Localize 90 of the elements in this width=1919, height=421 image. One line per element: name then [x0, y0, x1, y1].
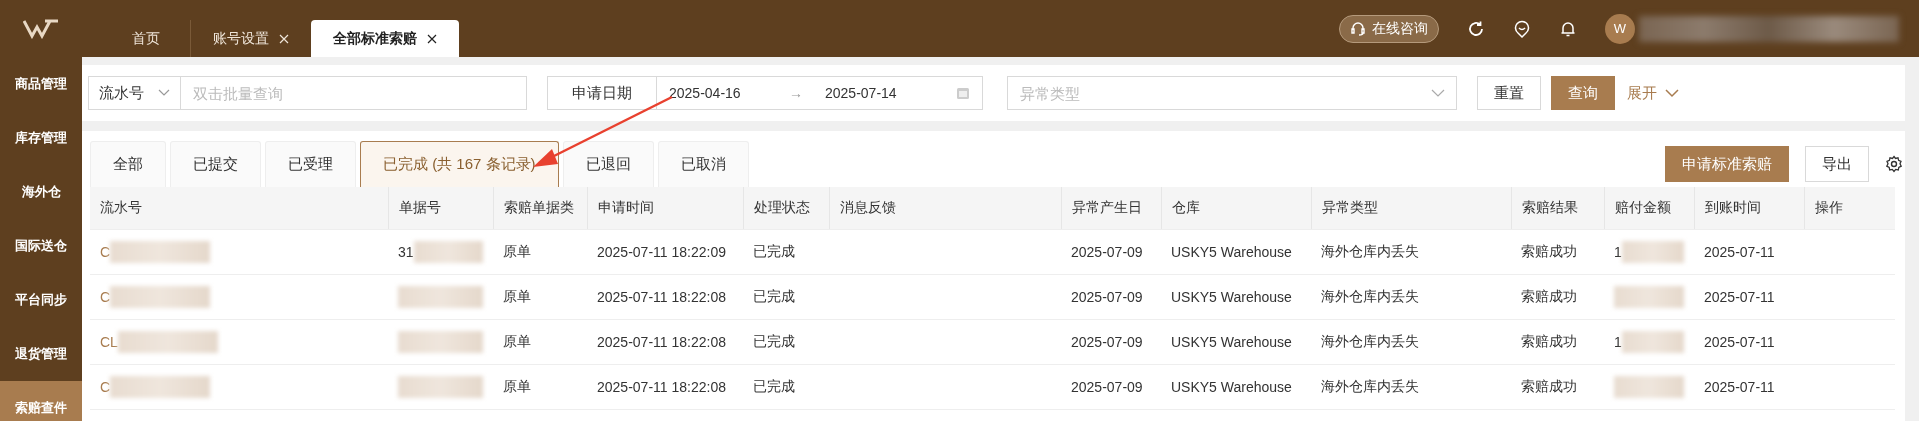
column-header: 赔付金额 — [1604, 187, 1694, 229]
column-header: 操作 — [1804, 187, 1895, 229]
table-cell: 索赔成功 — [1521, 378, 1577, 396]
serial-link[interactable]: CL — [100, 334, 118, 350]
batch-search-field[interactable]: 双击批量查询 — [181, 76, 527, 110]
table-cell: 索赔成功 — [1521, 288, 1577, 306]
sidebar-item[interactable]: 海外仓 — [0, 165, 82, 219]
serial-link[interactable]: C — [100, 244, 111, 260]
chevron-down-icon — [1665, 88, 1679, 98]
table-cell: USKY5 Warehouse — [1171, 379, 1292, 395]
refresh-icon[interactable] — [1467, 19, 1485, 38]
exception-type-select[interactable]: 异常类型 — [1007, 76, 1457, 110]
status-tab[interactable]: 已取消 — [657, 141, 749, 187]
table-cell: 索赔成功 — [1521, 243, 1577, 261]
status-tab[interactable]: 已退回 — [562, 141, 654, 187]
table-cell: 2025-07-11 — [1704, 289, 1775, 305]
table-cell: 原单 — [503, 243, 531, 261]
sidebar-item[interactable]: 国际送仓 — [0, 219, 82, 273]
sidebar-item[interactable]: 平台同步 — [0, 273, 82, 327]
table-cell: 2025-07-11 — [1704, 244, 1775, 260]
reset-button[interactable]: 重置 — [1477, 76, 1541, 110]
table-cell: 31 — [398, 244, 414, 260]
apply-claim-button[interactable]: 申请标准索赔 — [1665, 146, 1789, 182]
serial-link[interactable]: C — [100, 379, 111, 395]
status-tab[interactable]: 已完成 (共 167 条记录) — [360, 141, 559, 187]
table-cell: 1 — [1614, 334, 1622, 350]
table-cell: 2025-07-11 18:22:08 — [597, 334, 726, 350]
sidebar-item[interactable]: 库存管理 — [0, 111, 82, 165]
column-header: 异常类型 — [1311, 187, 1511, 229]
table-cell: USKY5 Warehouse — [1171, 289, 1292, 305]
user-avatar[interactable]: W — [1605, 13, 1635, 44]
status-tab[interactable]: 已受理 — [265, 141, 356, 187]
date-type-button[interactable]: 申请日期 — [547, 76, 657, 110]
table-cell: 索赔成功 — [1521, 333, 1577, 351]
column-header: 索赔结果 — [1511, 187, 1604, 229]
table-cell: 原单 — [503, 288, 531, 306]
online-consult-button[interactable]: 在线咨询 — [1339, 14, 1439, 43]
column-header: 索赔单据类 — [493, 187, 587, 229]
table-cell: 2025-07-11 — [1704, 334, 1775, 350]
export-button[interactable]: 导出 — [1805, 146, 1869, 182]
table-cell: 海外仓库内丢失 — [1321, 378, 1419, 396]
table-cell: 2025-07-11 18:22:08 — [597, 289, 726, 305]
table-cell: 海外仓库内丢失 — [1321, 333, 1419, 351]
table-cell: 2025-07-11 — [1704, 379, 1775, 395]
column-header: 到账时间 — [1694, 187, 1804, 229]
settings-icon[interactable] — [1885, 155, 1903, 173]
table-cell: 已完成 — [753, 288, 795, 306]
table-cell: 2025-07-11 18:22:09 — [597, 244, 726, 260]
table-cell: USKY5 Warehouse — [1171, 244, 1292, 260]
table-cell: 2025-07-11 18:22:08 — [597, 379, 726, 395]
table-cell: 1 — [1614, 244, 1622, 260]
column-header: 仓库 — [1161, 187, 1311, 229]
column-header: 异常产生日 — [1061, 187, 1161, 229]
expand-button[interactable]: 展开 — [1621, 82, 1685, 104]
table-cell: 2025-07-09 — [1071, 289, 1143, 305]
table-cell: 已完成 — [753, 378, 795, 396]
chevron-down-icon — [1431, 89, 1445, 97]
table-cell: 原单 — [503, 378, 531, 396]
page-tab[interactable]: 全部标准索赔 — [311, 20, 459, 57]
sidebar-item[interactable]: 商品管理 — [0, 57, 82, 111]
status-tab[interactable]: 全部 — [90, 141, 166, 187]
column-header: 单据号 — [388, 187, 493, 229]
serial-link[interactable]: C — [100, 289, 111, 305]
chat-icon[interactable] — [1513, 19, 1531, 38]
close-icon[interactable] — [427, 33, 437, 44]
search-button[interactable]: 查询 — [1551, 76, 1615, 110]
table-cell: 已完成 — [753, 243, 795, 261]
date-range-field[interactable]: 2025-04-16 → 2025-07-14 — [657, 76, 983, 110]
calendar-icon — [956, 86, 970, 100]
logo-icon — [23, 18, 59, 39]
bell-icon[interactable] — [1559, 19, 1577, 38]
page-tab[interactable]: 首页 — [102, 20, 190, 57]
table-cell: 海外仓库内丢失 — [1321, 243, 1419, 261]
column-header: 申请时间 — [587, 187, 743, 229]
table-cell: 已完成 — [753, 333, 795, 351]
column-header: 消息反馈 — [829, 187, 1061, 229]
status-tab[interactable]: 已提交 — [170, 141, 261, 187]
field-select[interactable]: 流水号 — [88, 76, 181, 110]
column-header: 处理状态 — [743, 187, 829, 229]
table-cell: 2025-07-09 — [1071, 244, 1143, 260]
sidebar-item[interactable]: 索赔查件 — [0, 381, 82, 421]
column-header: 流水号 — [99, 198, 143, 217]
sidebar-item[interactable]: 退货管理 — [0, 327, 82, 381]
chevron-down-icon — [158, 89, 170, 97]
table-cell: 2025-07-09 — [1071, 334, 1143, 350]
headset-icon — [1350, 20, 1366, 37]
table-cell: 2025-07-09 — [1071, 379, 1143, 395]
table-cell: 海外仓库内丢失 — [1321, 288, 1419, 306]
table-cell: 原单 — [503, 333, 531, 351]
table-cell: USKY5 Warehouse — [1171, 334, 1292, 350]
